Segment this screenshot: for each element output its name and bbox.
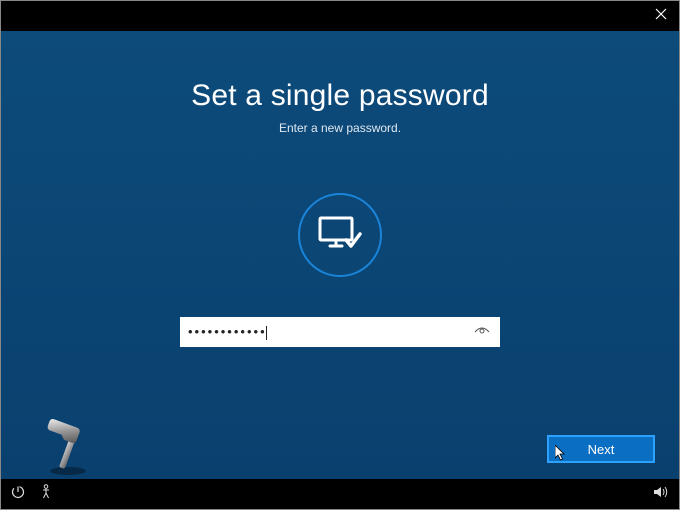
power-icon[interactable] xyxy=(11,485,25,504)
password-input-row: •••••••••••• xyxy=(180,317,500,347)
cursor-icon xyxy=(555,445,567,461)
taskbar xyxy=(1,479,679,509)
page-subtitle: Enter a new password. xyxy=(279,121,401,135)
main-panel: Set a single password Enter a new passwo… xyxy=(1,31,679,479)
password-input[interactable]: •••••••••••• xyxy=(188,324,472,340)
close-icon[interactable] xyxy=(655,7,667,25)
hammer-icon xyxy=(37,415,99,477)
next-button-label: Next xyxy=(588,442,615,457)
eye-reveal-icon[interactable] xyxy=(472,322,492,342)
titlebar xyxy=(1,1,679,31)
volume-icon[interactable] xyxy=(653,485,669,504)
next-button[interactable]: Next xyxy=(547,435,655,463)
monitor-check-icon xyxy=(298,193,382,277)
page-title: Set a single password xyxy=(191,79,489,113)
accessibility-icon[interactable] xyxy=(39,484,53,505)
